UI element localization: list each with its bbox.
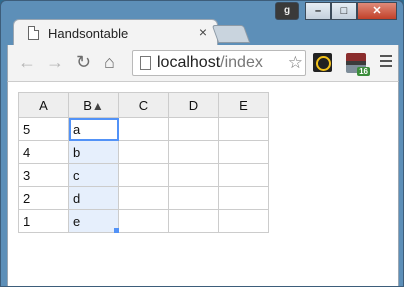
table-cell[interactable] [118, 163, 169, 187]
reload-icon[interactable]: ↻ [76, 52, 91, 72]
page-info-icon [140, 56, 151, 70]
table-cell[interactable] [118, 140, 169, 164]
table-cell[interactable]: 1 [18, 209, 69, 233]
page-icon [28, 26, 39, 40]
table-cell[interactable] [168, 186, 219, 210]
table-cell[interactable]: 3 [18, 163, 69, 187]
table-cell-selected[interactable]: c [68, 163, 119, 187]
table-cell[interactable] [118, 117, 169, 141]
table-cell-selected[interactable]: d [68, 186, 119, 210]
table-cell[interactable] [168, 163, 219, 187]
browser-toolbar: ← → ↻ ⌂ localhost/index ☆ 16 [7, 45, 399, 81]
tab-strip: Handsontable × g – □ ✕ [1, 1, 403, 46]
table-cell[interactable] [118, 186, 169, 210]
home-icon[interactable]: ⌂ [104, 52, 115, 72]
table-cell-selected[interactable]: e [68, 209, 119, 233]
table-cell[interactable] [118, 209, 169, 233]
table-cell[interactable] [218, 186, 269, 210]
table-cell[interactable] [168, 209, 219, 233]
address-bar[interactable]: localhost/index ☆ [132, 50, 306, 76]
column-header-c[interactable]: C [118, 92, 169, 118]
tab-close-icon[interactable]: × [199, 24, 207, 40]
column-header-d[interactable]: D [168, 92, 219, 118]
column-header-b[interactable]: B▲ [68, 92, 119, 118]
handsontable-grid: A B▲ C D E 5 a 4 b 3 c 2 d 1 e [18, 92, 269, 233]
extension-calendar-icon[interactable]: 16 [346, 53, 370, 76]
bookmark-star-icon[interactable]: ☆ [285, 53, 303, 73]
page-content: A B▲ C D E 5 a 4 b 3 c 2 d 1 e [7, 81, 399, 286]
profile-button[interactable]: g [275, 2, 299, 20]
menu-icon[interactable] [380, 55, 392, 70]
table-cell[interactable] [168, 140, 219, 164]
column-header-e[interactable]: E [218, 92, 269, 118]
fill-handle[interactable] [114, 228, 119, 233]
forward-arrow-icon[interactable]: → [46, 52, 64, 72]
maximize-button[interactable]: □ [331, 2, 357, 20]
window-controls: g – □ ✕ [275, 2, 397, 22]
column-header-row: A B▲ C D E [18, 92, 269, 118]
table-cell[interactable] [218, 209, 269, 233]
table-row: 3 c [18, 163, 269, 187]
table-cell-selected[interactable]: b [68, 140, 119, 164]
tab-title: Handsontable [48, 26, 129, 41]
sort-ascending-icon[interactable]: ▲ [92, 99, 104, 113]
minimize-button[interactable]: – [305, 2, 331, 20]
extension-norton-icon[interactable] [313, 53, 332, 72]
table-cell[interactable] [218, 117, 269, 141]
table-cell[interactable] [218, 140, 269, 164]
table-cell[interactable] [168, 117, 219, 141]
column-header-a[interactable]: A [18, 92, 69, 118]
table-row: 2 d [18, 186, 269, 210]
close-window-button[interactable]: ✕ [357, 2, 397, 20]
table-cell[interactable]: 5 [18, 117, 69, 141]
table-row: 1 e [18, 209, 269, 233]
new-tab-button[interactable] [211, 25, 251, 43]
back-arrow-icon[interactable]: ← [18, 52, 36, 72]
table-row: 4 b [18, 140, 269, 164]
browser-window: Handsontable × g – □ ✕ ← → ↻ ⌂ localhost… [0, 0, 404, 287]
extension-badge: 16 [357, 67, 370, 76]
table-cell-selected-current[interactable]: a [68, 117, 119, 141]
url-host: localhost [157, 54, 221, 71]
table-cell[interactable]: 2 [18, 186, 69, 210]
tab-handsontable[interactable]: Handsontable × [13, 19, 218, 46]
table-cell[interactable]: 4 [18, 140, 69, 164]
table-cell[interactable] [218, 163, 269, 187]
url-text: localhost/index [157, 54, 263, 72]
url-path: /index [220, 54, 263, 71]
table-row: 5 a [18, 117, 269, 141]
